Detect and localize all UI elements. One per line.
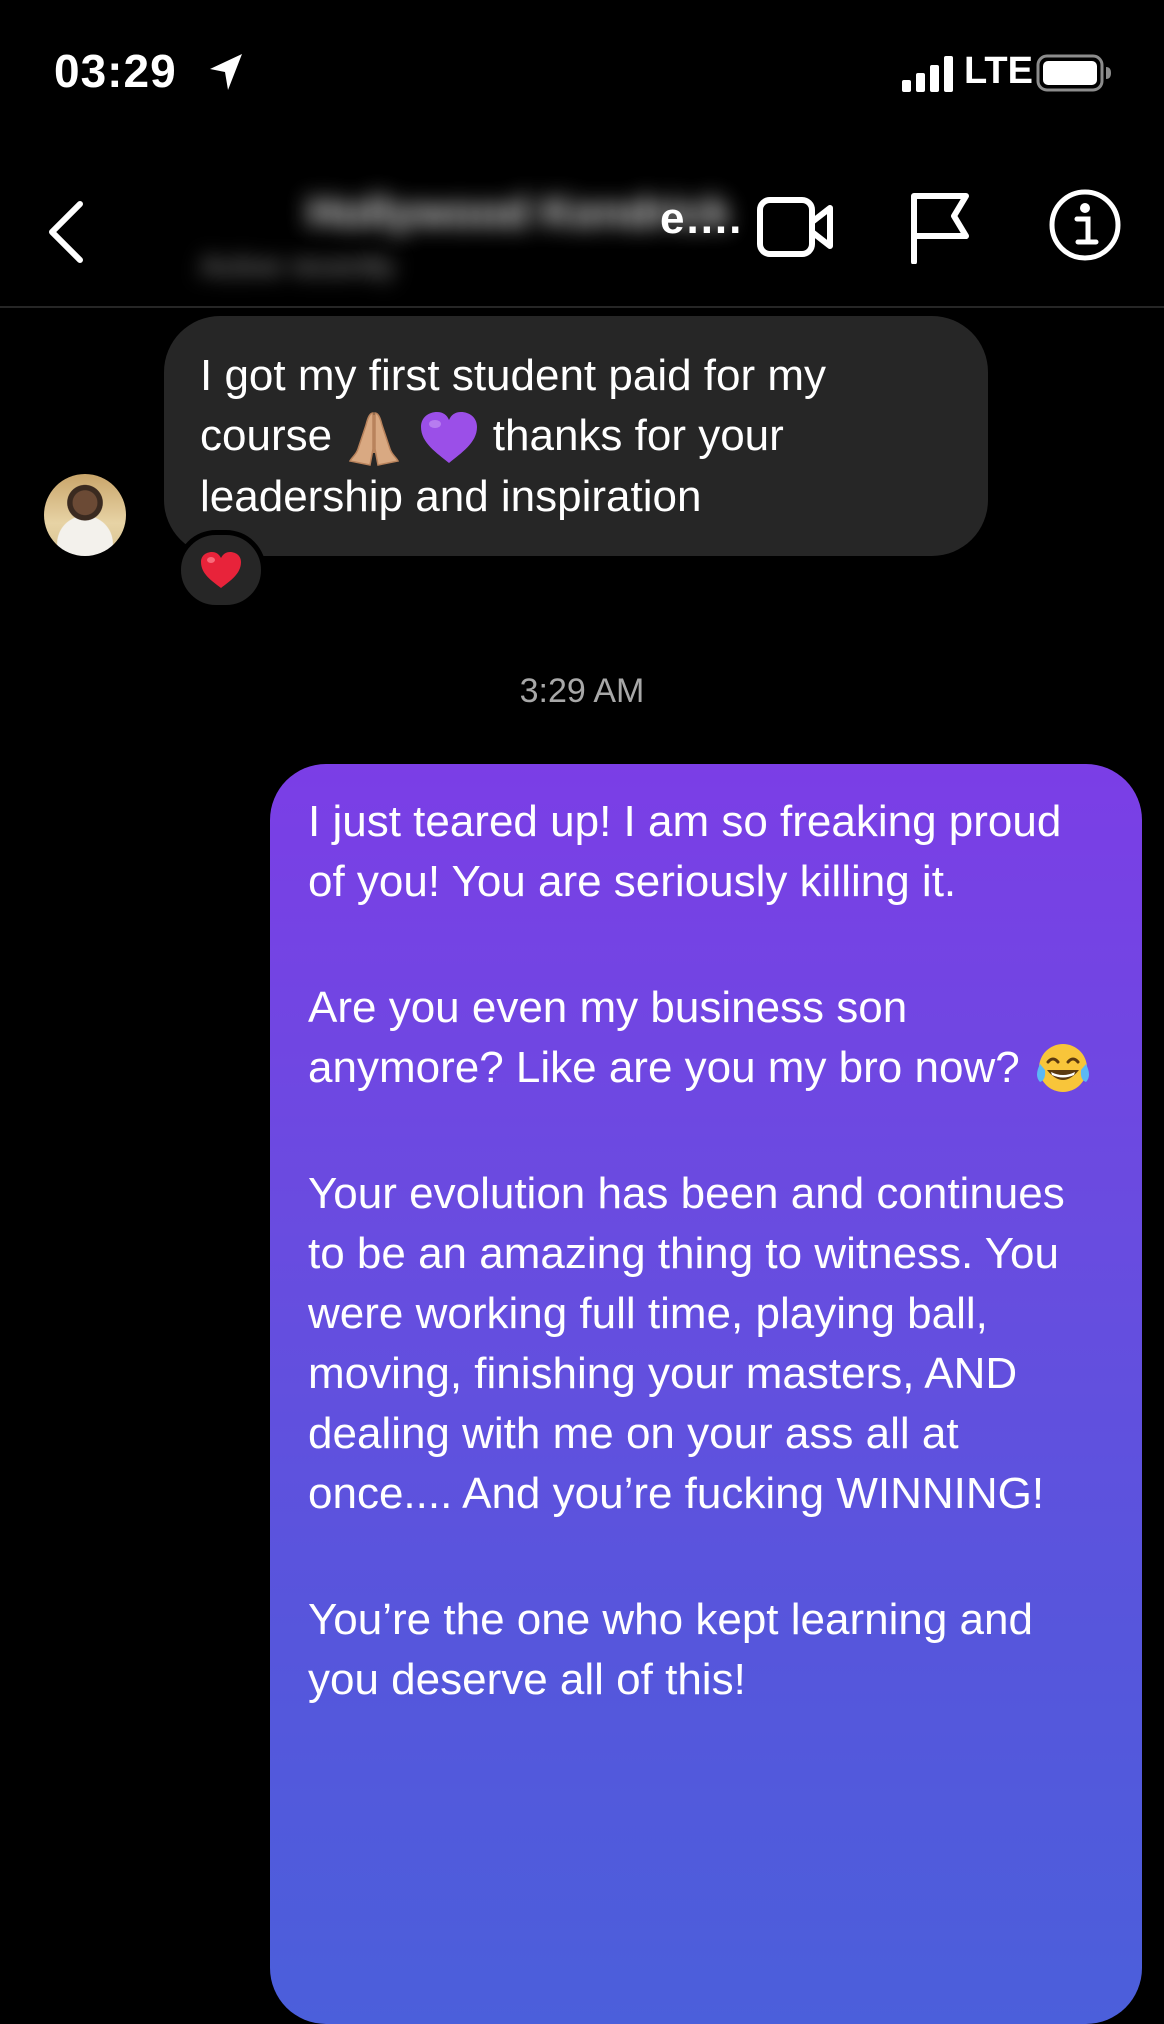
message-reaction[interactable] (176, 530, 266, 610)
incoming-line: leadership and inspiration (200, 472, 702, 522)
signal-bars-icon (902, 56, 953, 92)
conversation-header: Hollywood Kendrick Active recently e.... (0, 150, 1164, 308)
flag-icon[interactable] (908, 190, 972, 264)
incoming-message-text: I got my first student paid for my cours… (200, 346, 960, 527)
status-bar: 03:29 LTE (0, 0, 1164, 150)
message-paragraph: Your evolution has been and continues to… (308, 1169, 1065, 1519)
message-paragraph-text: Are you even my business son anymore? Li… (308, 983, 1020, 1092)
contact-subtitle: Active recently (200, 250, 396, 283)
praying-hands-emoji (349, 412, 400, 467)
message-paragraph: Are you even my business son anymore? Li… (308, 978, 1108, 1098)
tears-of-joy-emoji (1036, 1044, 1089, 1093)
message-paragraph: You’re the one who kept learning and you… (308, 1595, 1033, 1705)
chevron-left-icon[interactable] (40, 192, 96, 272)
message-timestamp: 3:29 AM (519, 672, 645, 710)
outgoing-message-text: I just teared up! I am so freaking proud… (308, 792, 1108, 1710)
incoming-line: course thanks for your (200, 406, 960, 467)
network-label: LTE (964, 50, 1033, 92)
info-icon[interactable] (1048, 188, 1122, 262)
purple-heart-emoji (420, 412, 477, 464)
avatar[interactable] (44, 474, 126, 556)
video-camera-icon[interactable] (756, 194, 836, 260)
message-paragraph: I just teared up! I am so freaking proud… (308, 797, 1062, 906)
incoming-line-text: thanks for your (492, 411, 784, 460)
incoming-line: I got my first student paid for my (200, 351, 827, 400)
location-arrow-icon (210, 54, 242, 90)
contact-name-ellipsis: e.... (660, 194, 744, 243)
red-heart-emoji (201, 552, 241, 588)
incoming-line-text: course (200, 411, 333, 460)
battery-icon (1036, 54, 1111, 92)
status-time: 03:29 (54, 45, 177, 97)
